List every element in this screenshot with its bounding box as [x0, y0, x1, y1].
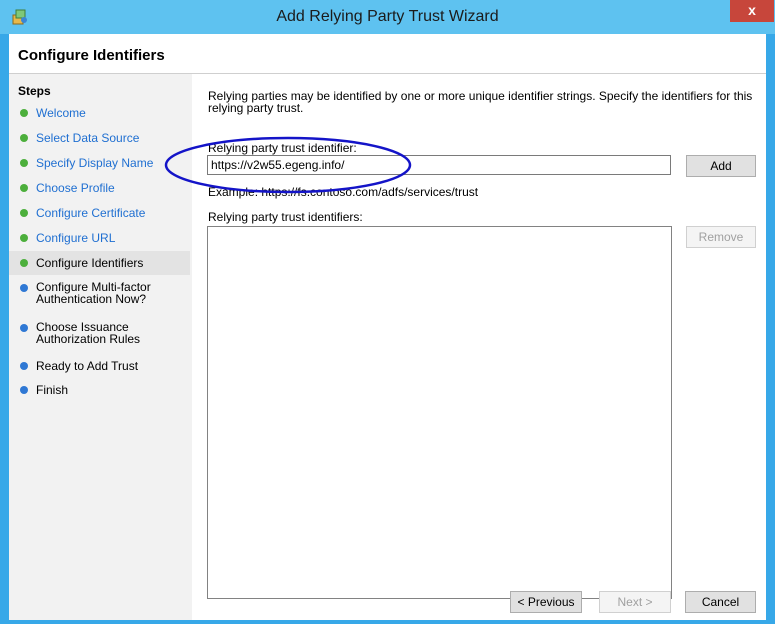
step-ready-to-add-trust: Ready to Add Trust	[9, 356, 190, 376]
step-complete-icon	[20, 134, 28, 142]
step-label: Configure Identifiers	[36, 256, 144, 270]
step-configure-url[interactable]: Configure URL	[9, 228, 190, 248]
remove-button[interactable]: Remove	[686, 226, 756, 248]
step-pending-icon	[20, 386, 28, 394]
step-label: Ready to Add Trust	[36, 359, 139, 373]
page-header: Configure Identifiers	[9, 34, 766, 74]
wizard-window: Add Relying Party Trust Wizard x Configu…	[0, 0, 775, 624]
cancel-button[interactable]: Cancel	[685, 591, 756, 613]
steps-heading: Steps	[18, 84, 51, 98]
step-finish: Finish	[9, 380, 190, 400]
step-label: Choose Profile	[36, 181, 115, 195]
step-choose-profile[interactable]: Choose Profile	[9, 178, 190, 198]
step-label: Finish	[36, 383, 69, 397]
step-pending-icon	[20, 284, 28, 292]
step-label-line: Authentication Now?	[36, 292, 147, 306]
step-complete-icon	[20, 234, 28, 242]
step-choose-issuance-authorization-rules: Choose Issuance Authorization Rules	[9, 319, 190, 349]
steps-sidebar: Steps Welcome Select Data Source Specify…	[9, 74, 190, 620]
add-button[interactable]: Add	[686, 155, 756, 177]
step-complete-icon	[20, 209, 28, 217]
step-pending-icon	[20, 362, 28, 370]
step-label-line: Authorization Rules	[36, 332, 141, 346]
window-title: Add Relying Party Trust Wizard	[276, 8, 499, 25]
step-label: Choose Issuance Authorization Rules	[36, 321, 140, 345]
step-complete-icon	[20, 259, 28, 267]
step-label: Configure URL	[36, 231, 116, 245]
step-label: Welcome	[36, 106, 86, 120]
step-specify-display-name[interactable]: Specify Display Name	[9, 153, 190, 173]
close-icon: x	[748, 2, 756, 18]
step-label: Configure Multi-factor Authentication Now…	[36, 281, 151, 305]
step-pending-icon	[20, 324, 28, 332]
identifiers-list-label: Relying party trust identifiers:	[208, 210, 363, 224]
identifiers-listbox[interactable]	[207, 226, 672, 599]
step-label: Specify Display Name	[36, 156, 154, 170]
page-description: Relying parties may be identified by one…	[208, 89, 753, 115]
title-bar[interactable]: Add Relying Party Trust Wizard x	[0, 0, 775, 34]
step-label: Configure Certificate	[36, 206, 146, 220]
wizard-client-area: Configure Identifiers Steps Welcome Sele…	[9, 34, 766, 620]
step-configure-certificate[interactable]: Configure Certificate	[9, 203, 190, 223]
step-configure-identifiers[interactable]: Configure Identifiers	[9, 251, 190, 275]
step-complete-icon	[20, 159, 28, 167]
next-button[interactable]: Next >	[599, 591, 671, 613]
previous-button[interactable]: < Previous	[510, 591, 582, 613]
step-label: Select Data Source	[36, 131, 140, 145]
close-button[interactable]: x	[730, 0, 774, 22]
step-configure-multifactor: Configure Multi-factor Authentication Now…	[9, 279, 190, 309]
highlight-ellipse-annotation	[164, 136, 412, 194]
step-welcome[interactable]: Welcome	[9, 103, 190, 123]
step-complete-icon	[20, 184, 28, 192]
page-title: Configure Identifiers	[18, 47, 165, 64]
step-complete-icon	[20, 109, 28, 117]
step-select-data-source[interactable]: Select Data Source	[9, 128, 190, 148]
